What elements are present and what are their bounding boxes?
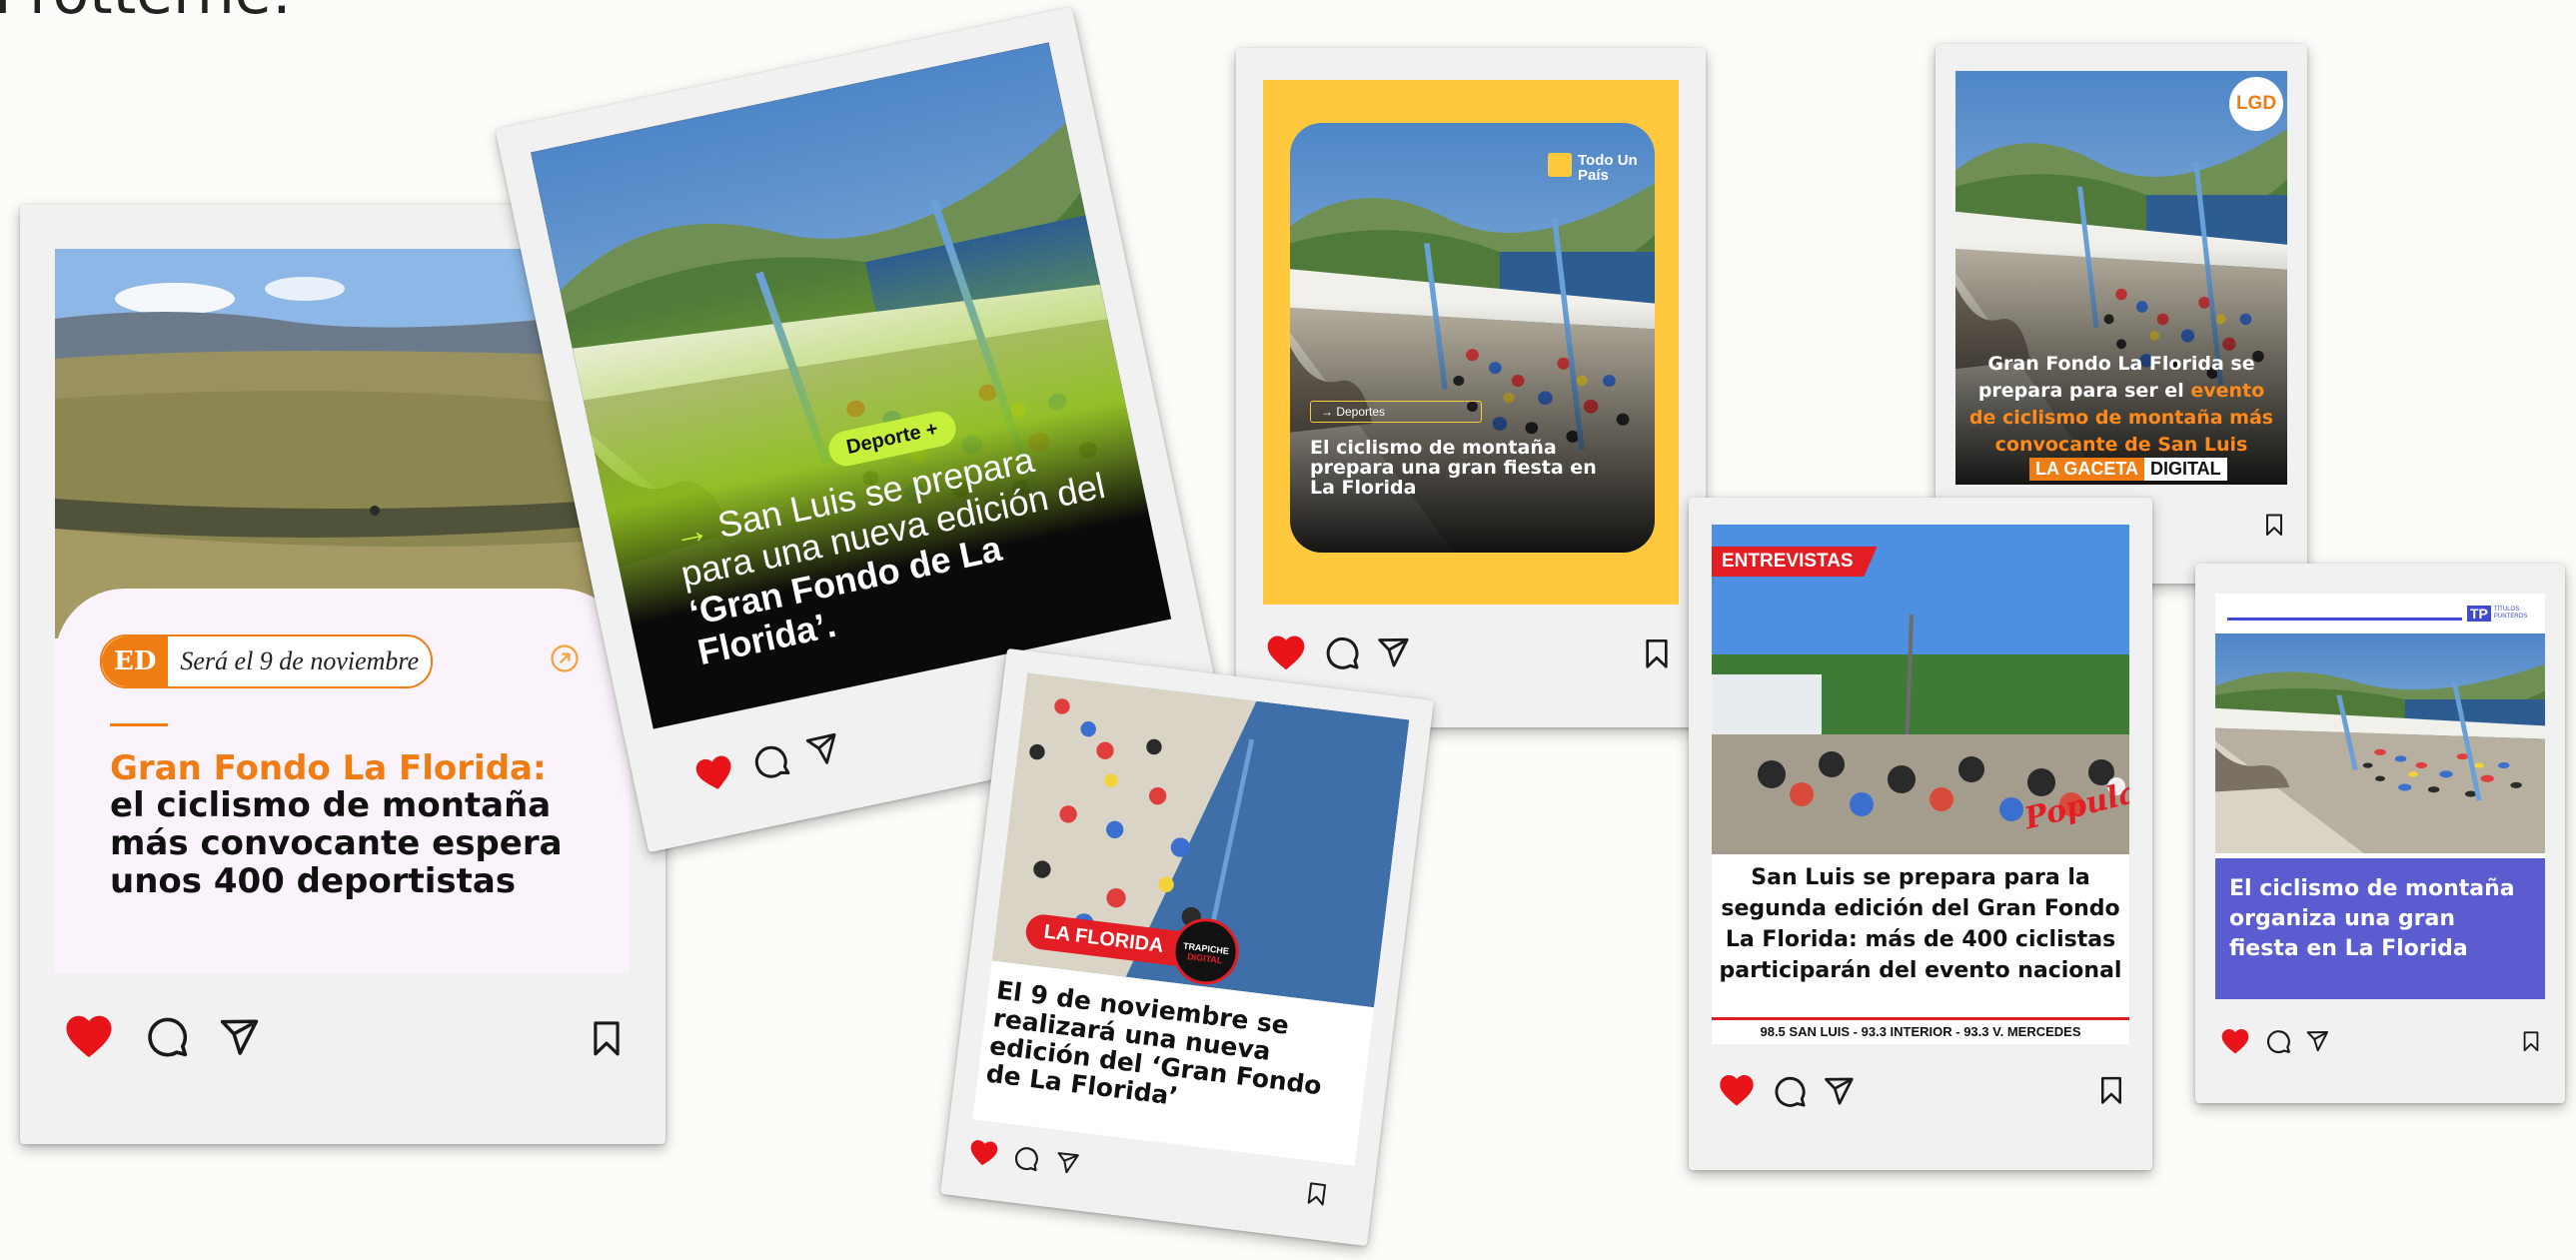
outlet-logo: TP TÍTULOS PUNTEROS bbox=[2467, 606, 2538, 622]
post-headline-accent: Gran Fondo La Florida: bbox=[110, 748, 547, 788]
logo-square bbox=[1548, 153, 1572, 177]
post-card-6[interactable]: ENTREVISTAS Popular San Luis se prepara … bbox=[1689, 498, 2152, 1170]
comment-icon[interactable] bbox=[749, 740, 792, 783]
post-image: Deporte + → San Luis se prepara para una… bbox=[531, 42, 1172, 729]
post-image: ENTREVISTAS Popular San Luis se prepara … bbox=[1712, 525, 2129, 1044]
external-link-icon[interactable] bbox=[550, 643, 580, 673]
bookmark-icon[interactable] bbox=[1304, 1180, 1331, 1207]
send-icon[interactable] bbox=[803, 730, 843, 770]
heart-icon[interactable] bbox=[966, 1135, 1002, 1171]
post-card-3[interactable]: Todo Un País → Deportes El ciclismo de m… bbox=[1236, 48, 1706, 727]
send-icon[interactable] bbox=[1053, 1150, 1080, 1177]
heart-icon[interactable] bbox=[2219, 1025, 2251, 1057]
post-headline: San Luis se prepara para la segunda edic… bbox=[1719, 865, 2122, 983]
brand-footer: LA GACETA DIGITAL bbox=[2029, 458, 2227, 481]
post-image: Todo Un País → Deportes El ciclismo de m… bbox=[1263, 80, 1679, 605]
post-image: TP TÍTULOS PUNTEROS El ciclismo de monta… bbox=[2215, 594, 2545, 999]
divider bbox=[110, 723, 168, 726]
post-subtitle: Será el 9 de noviembre bbox=[180, 646, 420, 675]
post-headline: Gran Fondo La Florida se prepara para se… bbox=[1965, 351, 2277, 459]
send-icon[interactable] bbox=[2305, 1029, 2329, 1053]
header-line bbox=[2227, 618, 2462, 621]
comment-icon[interactable] bbox=[145, 1014, 189, 1058]
comment-icon[interactable] bbox=[2265, 1028, 2291, 1054]
heart-icon[interactable] bbox=[689, 748, 739, 798]
outlet-badge: ED Será el 9 de noviembre bbox=[100, 634, 434, 688]
send-icon[interactable] bbox=[1376, 635, 1410, 669]
send-icon[interactable] bbox=[1823, 1075, 1855, 1107]
outlet-logo: LGD bbox=[2229, 77, 2283, 131]
heart-icon[interactable] bbox=[1264, 630, 1308, 674]
outlet-logo: ED bbox=[102, 636, 169, 686]
comment-icon[interactable] bbox=[1324, 634, 1360, 670]
post-headline: el ciclismo de montaña más convocante es… bbox=[110, 785, 563, 901]
station-footer: 98.5 SAN LUIS - 93.3 INTERIOR - 93.3 V. … bbox=[1760, 1024, 2081, 1039]
bookmark-icon[interactable] bbox=[2262, 513, 2286, 537]
post-image: LA FLORIDA TRAPICHE DIGITAL El 9 de novi… bbox=[972, 672, 1410, 1167]
bookmark-icon[interactable] bbox=[2520, 1030, 2542, 1052]
page-title: Protterne: bbox=[0, 0, 292, 28]
logo-mark: TP bbox=[2467, 606, 2491, 622]
post-headline: El ciclismo de montaña organiza una gran… bbox=[2229, 876, 2515, 961]
post-card-5[interactable]: LA FLORIDA TRAPICHE DIGITAL El 9 de novi… bbox=[940, 647, 1434, 1247]
bookmark-icon[interactable] bbox=[2096, 1075, 2126, 1105]
comment-icon[interactable] bbox=[1012, 1143, 1041, 1172]
post-image: LGD Gran Fondo La Florida se prepara par… bbox=[1955, 71, 2287, 485]
brand-name: Todo Un País bbox=[1578, 152, 1638, 184]
brand-logo: Todo Un País bbox=[1548, 153, 1638, 183]
bookmark-icon[interactable] bbox=[1641, 637, 1673, 669]
bookmark-icon[interactable] bbox=[588, 1019, 626, 1057]
post-card-7[interactable]: TP TÍTULOS PUNTEROS El ciclismo de monta… bbox=[2195, 564, 2565, 1103]
logo-text: TÍTULOS PUNTEROS bbox=[2493, 607, 2528, 620]
brand-part1: LA GACETA bbox=[2029, 458, 2144, 481]
category-tag: → Deportes bbox=[1310, 401, 1482, 423]
category-tag: ENTREVISTAS bbox=[1712, 547, 1878, 577]
footer-bar bbox=[1712, 1017, 2129, 1020]
heart-icon[interactable] bbox=[62, 1009, 116, 1063]
post-headline: El ciclismo de montaña prepara una gran … bbox=[1310, 437, 1597, 499]
comment-icon[interactable] bbox=[1773, 1074, 1807, 1108]
heart-icon[interactable] bbox=[1717, 1070, 1757, 1110]
send-icon[interactable] bbox=[218, 1016, 260, 1058]
brand-part2: DIGITAL bbox=[2144, 458, 2227, 481]
post-headline: El 9 de noviembre se realizará una nueva… bbox=[984, 975, 1324, 1111]
